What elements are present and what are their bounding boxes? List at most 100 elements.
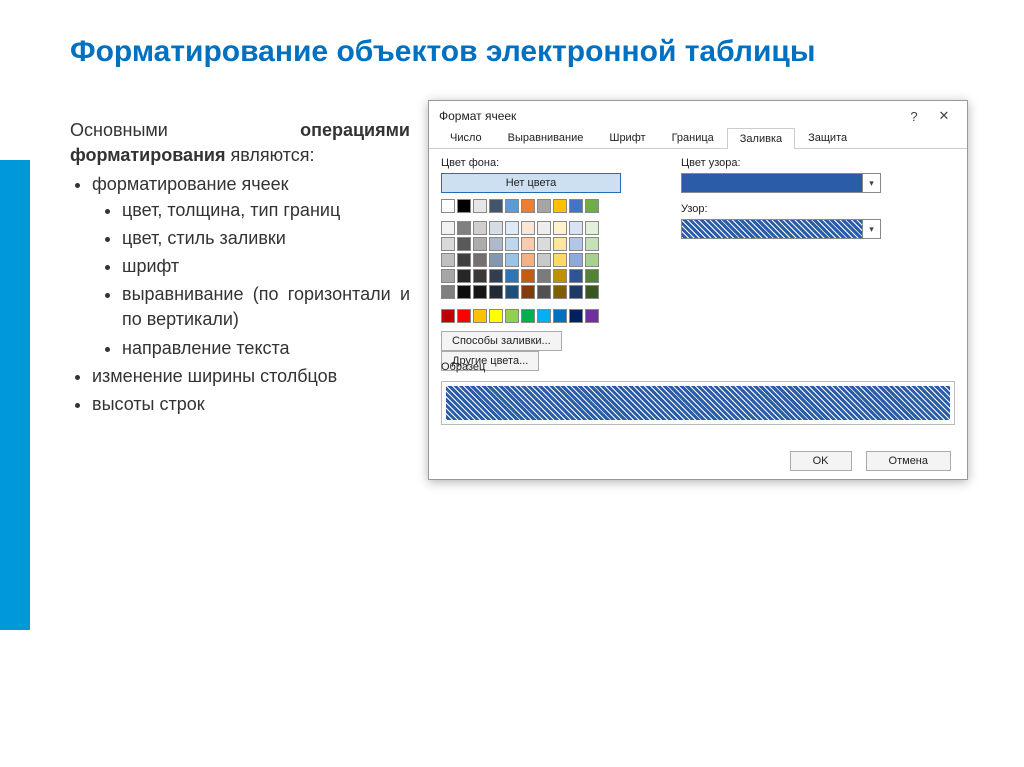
help-icon[interactable]: ? (899, 109, 929, 124)
color-swatch[interactable] (569, 237, 583, 251)
color-swatch[interactable] (521, 237, 535, 251)
color-swatch[interactable] (521, 253, 535, 267)
dialog-body: Цвет фона: Нет цвета Способы заливки... … (429, 149, 967, 379)
color-swatch[interactable] (457, 253, 471, 267)
color-swatch[interactable] (537, 199, 551, 213)
pattern-color-dropdown[interactable]: ▾ (681, 173, 881, 193)
color-swatch[interactable] (441, 199, 455, 213)
color-swatch[interactable] (441, 253, 455, 267)
pattern-style-label: Узор: (681, 203, 955, 215)
color-swatch[interactable] (569, 269, 583, 283)
color-swatch[interactable] (521, 221, 535, 235)
list-item: направление текста (122, 336, 410, 361)
close-icon[interactable]: ✕ (929, 108, 959, 124)
tab-protection[interactable]: Защита (795, 127, 860, 148)
color-swatch[interactable] (505, 269, 519, 283)
color-swatch[interactable] (537, 309, 551, 323)
color-swatch[interactable] (441, 269, 455, 283)
fill-right-column: Цвет узора: ▾ Узор: ▾ (681, 157, 955, 371)
cancel-button[interactable]: Отмена (866, 451, 951, 471)
color-swatch[interactable] (505, 199, 519, 213)
color-swatch[interactable] (489, 309, 503, 323)
color-swatch[interactable] (457, 221, 471, 235)
color-swatch[interactable] (473, 285, 487, 299)
color-swatch[interactable] (457, 309, 471, 323)
color-swatch[interactable] (585, 309, 599, 323)
color-swatch[interactable] (537, 237, 551, 251)
color-swatch[interactable] (521, 269, 535, 283)
color-swatch[interactable] (489, 237, 503, 251)
ok-button[interactable]: OK (790, 451, 852, 471)
color-swatch[interactable] (537, 269, 551, 283)
color-swatch[interactable] (505, 253, 519, 267)
tab-number[interactable]: Число (437, 127, 495, 148)
color-swatch[interactable] (569, 221, 583, 235)
color-swatch[interactable] (489, 221, 503, 235)
color-swatch[interactable] (457, 237, 471, 251)
color-swatch[interactable] (441, 309, 455, 323)
color-swatch[interactable] (521, 309, 535, 323)
color-swatch[interactable] (553, 237, 567, 251)
color-swatch[interactable] (473, 253, 487, 267)
tab-fill[interactable]: Заливка (727, 128, 795, 149)
list-item: форматирование ячеек цвет, толщина, тип … (92, 172, 410, 360)
color-swatch[interactable] (537, 253, 551, 267)
color-swatch[interactable] (441, 237, 455, 251)
no-color-button[interactable]: Нет цвета (441, 173, 621, 193)
list-item: цвет, стиль заливки (122, 226, 410, 251)
color-swatch[interactable] (505, 237, 519, 251)
color-swatch[interactable] (505, 285, 519, 299)
pattern-style-dropdown[interactable]: ▾ (681, 219, 881, 239)
color-swatch[interactable] (569, 199, 583, 213)
color-swatch[interactable] (585, 221, 599, 235)
color-swatch[interactable] (457, 285, 471, 299)
color-swatch[interactable] (553, 253, 567, 267)
dialog-title-bar[interactable]: Формат ячеек ? ✕ (429, 101, 967, 127)
color-swatch[interactable] (553, 285, 567, 299)
color-swatch[interactable] (585, 269, 599, 283)
color-swatch[interactable] (553, 309, 567, 323)
color-swatch[interactable] (521, 199, 535, 213)
tab-font[interactable]: Шрифт (596, 127, 658, 148)
sample-box (441, 381, 955, 425)
color-swatch[interactable] (489, 285, 503, 299)
color-swatch[interactable] (569, 253, 583, 267)
color-swatch[interactable] (553, 269, 567, 283)
color-swatch[interactable] (473, 309, 487, 323)
color-swatch[interactable] (473, 237, 487, 251)
list-item: выравнивание (по горизонтали и по вертик… (122, 282, 410, 332)
list-item: цвет, толщина, тип границ (122, 198, 410, 223)
list-item: изменение ширины столбцов (92, 364, 410, 389)
fill-effects-button[interactable]: Способы заливки... (441, 331, 562, 351)
color-swatch[interactable] (441, 221, 455, 235)
dialog-title: Формат ячеек (439, 109, 899, 123)
color-swatch[interactable] (473, 199, 487, 213)
color-swatch[interactable] (457, 199, 471, 213)
color-swatch[interactable] (505, 309, 519, 323)
intro-tail: являются: (226, 145, 315, 165)
color-swatch[interactable] (473, 269, 487, 283)
list-item: высоты строк (92, 392, 410, 417)
color-swatch[interactable] (537, 285, 551, 299)
color-swatch[interactable] (585, 199, 599, 213)
color-swatch[interactable] (569, 285, 583, 299)
color-swatch[interactable] (457, 269, 471, 283)
color-swatch[interactable] (473, 221, 487, 235)
color-swatch[interactable] (553, 221, 567, 235)
color-swatch[interactable] (489, 269, 503, 283)
color-swatch[interactable] (441, 285, 455, 299)
color-swatch[interactable] (585, 253, 599, 267)
color-swatch[interactable] (585, 237, 599, 251)
color-swatch[interactable] (553, 199, 567, 213)
color-swatch[interactable] (521, 285, 535, 299)
color-swatch[interactable] (489, 199, 503, 213)
color-swatch[interactable] (585, 285, 599, 299)
color-swatch[interactable] (569, 309, 583, 323)
color-swatch[interactable] (537, 221, 551, 235)
tab-alignment[interactable]: Выравнивание (495, 127, 597, 148)
color-swatch[interactable] (489, 253, 503, 267)
color-swatch[interactable] (505, 221, 519, 235)
chevron-down-icon: ▾ (862, 174, 880, 192)
tab-border[interactable]: Граница (659, 127, 727, 148)
sample-section: Образец (441, 361, 955, 425)
